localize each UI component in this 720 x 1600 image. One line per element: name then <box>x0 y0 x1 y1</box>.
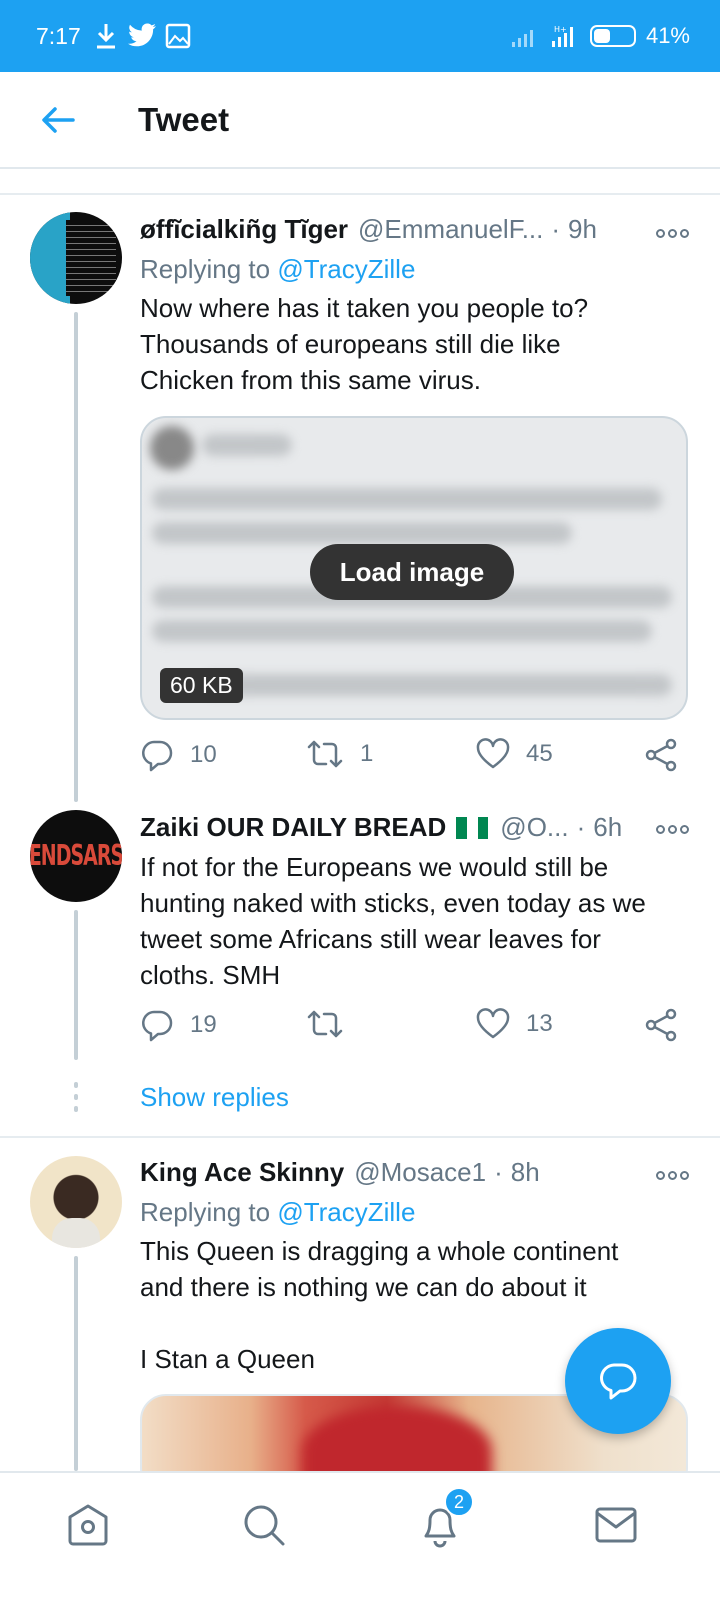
tweet-text: Now where has it taken you people to? Th… <box>140 293 589 395</box>
blurred-content <box>202 674 672 696</box>
replying-to: Replying to @TracyZille <box>140 1197 415 1228</box>
avatar[interactable]: ENDSARS <box>30 810 122 902</box>
share-icon <box>645 1008 677 1042</box>
nav-messages[interactable] <box>586 1495 646 1555</box>
reply-count: 10 <box>190 741 217 768</box>
tweet-header: Zaiki OUR DAILY BREAD @O... · 6h <box>140 812 690 843</box>
like-count: 13 <box>526 1010 553 1037</box>
replying-prefix: Replying to <box>140 1197 271 1227</box>
retweet-count: 1 <box>360 740 374 767</box>
bottom-navigation: 2 <box>0 1471 720 1600</box>
signal-4g-icon: H+ <box>551 25 573 47</box>
replying-to: Replying to @TracyZille <box>140 254 415 285</box>
tweet-actions: 19 13 <box>140 1008 690 1048</box>
tweet-header: øffĩcialkiñg Tĩger @EmmanuelF... · 9h <box>140 214 690 245</box>
separator-dot: · <box>576 812 586 842</box>
blurred-content <box>152 522 572 544</box>
heart-icon <box>476 738 510 769</box>
image-size-badge: 60 KB <box>160 668 243 703</box>
separator-dot: · <box>494 1157 503 1187</box>
back-button[interactable] <box>28 90 88 150</box>
nav-search[interactable] <box>234 1495 294 1555</box>
thread-line <box>74 910 78 1060</box>
mention-link[interactable]: @TracyZille <box>277 254 415 284</box>
nav-home[interactable] <box>58 1495 118 1555</box>
signal-icon <box>511 30 533 47</box>
media-image[interactable]: Load image 60 KB <box>140 416 688 720</box>
load-image-button[interactable]: Load image <box>310 544 514 600</box>
notifications-badge: 2 <box>444 1487 474 1517</box>
avatar-logo-text: ENDSARS <box>30 839 122 873</box>
reply-button[interactable]: 10 <box>140 738 217 772</box>
download-icon <box>96 24 115 49</box>
retweet-button[interactable]: 1 <box>306 738 373 770</box>
compose-reply-button[interactable] <box>565 1328 671 1434</box>
user-handle: @EmmanuelF... <box>358 214 544 244</box>
tweet-actions: 10 1 45 <box>140 738 690 778</box>
user-handle: @O... <box>500 812 569 842</box>
status-bar: 7:17 H+ 41% <box>0 0 720 72</box>
back-arrow-icon <box>42 106 75 133</box>
thread-dots <box>74 1082 78 1118</box>
timestamp: 8h <box>510 1157 540 1187</box>
divider <box>0 193 720 195</box>
thread-line <box>74 312 78 802</box>
like-count: 45 <box>526 740 553 767</box>
replying-prefix: Replying to <box>140 254 271 284</box>
page-title: Tweet <box>138 100 230 138</box>
share-button[interactable] <box>644 1008 678 1042</box>
reply-icon <box>142 1010 173 1042</box>
svg-text:H+: H+ <box>554 25 567 34</box>
blurred-content <box>202 434 292 456</box>
tweet-text: If not for the Europeans we would still … <box>140 852 646 990</box>
avatar[interactable] <box>30 212 122 304</box>
retweet-icon <box>307 1010 343 1038</box>
timestamp: 6h <box>593 812 623 842</box>
display-name[interactable]: King Ace Skinny <box>140 1157 344 1188</box>
tweet-header: King Ace Skinny @Mosace1 · 8h <box>140 1157 690 1188</box>
home-icon <box>68 1504 108 1546</box>
nav-notifications[interactable]: 2 <box>410 1487 474 1555</box>
reply-count: 19 <box>190 1011 217 1038</box>
status-time: 7:17 <box>36 22 81 49</box>
retweet-button[interactable] <box>306 1008 360 1040</box>
battery-icon <box>589 25 636 47</box>
reply-icon <box>142 740 173 772</box>
mail-icon <box>595 1507 637 1543</box>
like-button[interactable]: 45 <box>476 738 553 770</box>
top-app-bar: Tweet <box>0 72 720 169</box>
more-options-icon[interactable] <box>656 822 690 836</box>
image-icon <box>165 23 191 49</box>
timestamp: 9h <box>568 214 597 244</box>
more-options-icon[interactable] <box>656 226 690 240</box>
blurred-content <box>152 620 652 642</box>
like-button[interactable]: 13 <box>476 1008 553 1040</box>
blurred-content <box>150 426 194 470</box>
battery-percent: 41% <box>645 23 690 48</box>
reply-bubble-icon <box>600 1363 637 1400</box>
search-icon <box>244 1505 285 1546</box>
display-name[interactable]: øffĩcialkiñg Tĩger <box>140 214 348 245</box>
reply-button[interactable]: 19 <box>140 1008 217 1042</box>
nigeria-flag-icon <box>456 816 489 839</box>
heart-icon <box>476 1008 510 1039</box>
separator-dot: · <box>551 214 561 244</box>
retweet-icon <box>307 740 343 768</box>
thread-line <box>74 1256 78 1471</box>
share-button[interactable] <box>644 738 678 772</box>
blurred-content <box>152 488 662 510</box>
twitter-bird-icon <box>127 23 156 47</box>
divider <box>0 1136 720 1138</box>
user-handle: @Mosace1 <box>354 1157 487 1187</box>
avatar[interactable] <box>30 1156 122 1248</box>
display-name[interactable]: Zaiki OUR DAILY BREAD <box>140 812 446 843</box>
mention-link[interactable]: @TracyZille <box>277 1197 415 1227</box>
show-replies-link[interactable]: Show replies <box>140 1082 289 1113</box>
more-options-icon[interactable] <box>656 1168 690 1182</box>
share-icon <box>645 738 677 772</box>
